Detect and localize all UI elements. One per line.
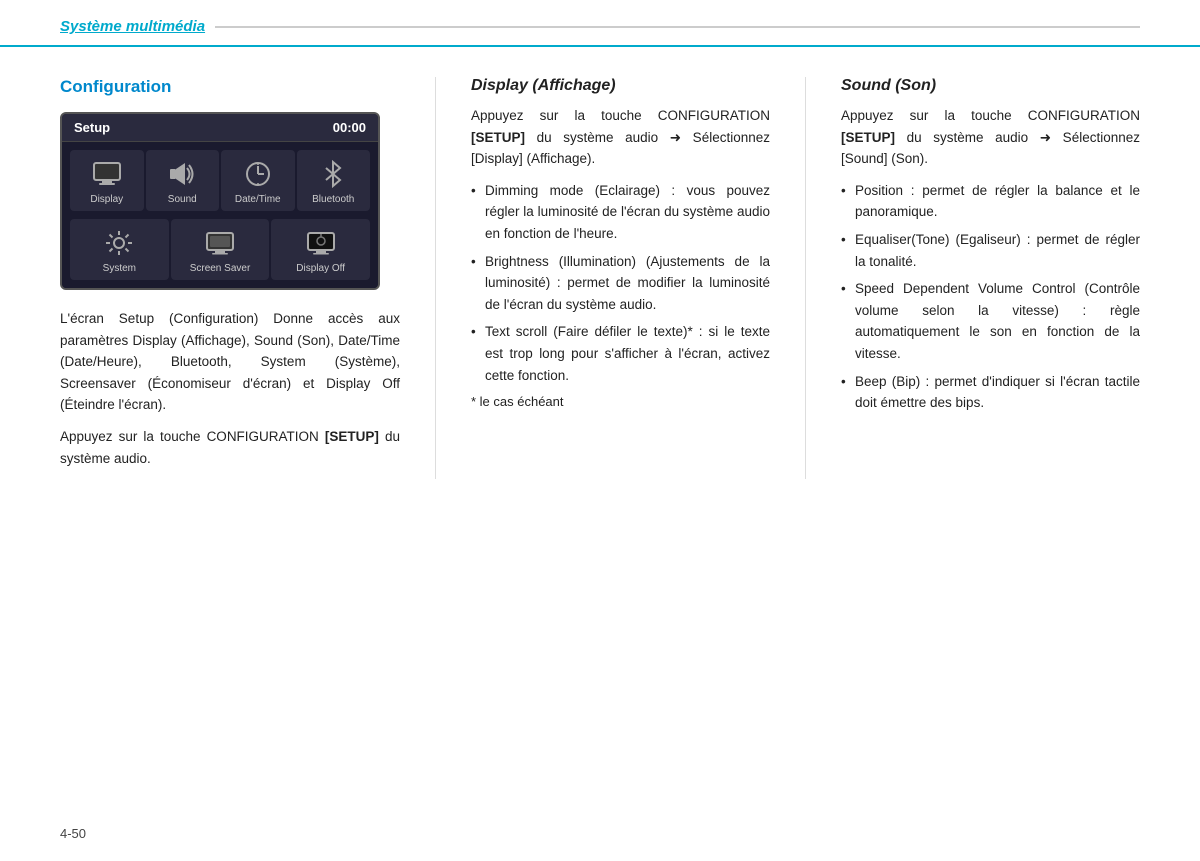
page-header: Système multimédia [0,0,1200,47]
right-column: Sound (Son) Appuyez sur la touche CONFIG… [841,77,1140,479]
sound-bullet-2: Equaliser(Tone) (Egaliseur) : permet de … [841,229,1140,272]
setup-screen: Setup 00:00 Display [60,112,380,290]
col-divider-1 [435,77,436,479]
display-bullets: Dimming mode (Eclairage) : vous pouvez r… [471,180,770,386]
sound-icon [163,158,201,190]
sound-bullets: Position : permet de régler la balance e… [841,180,1140,414]
setup-item-displayoff[interactable]: Display Off [271,219,370,280]
setup-item-screensaver[interactable]: Screen Saver [171,219,270,280]
setup-item-sound[interactable]: Sound [146,150,220,211]
setup-item-bluetooth[interactable]: Bluetooth [297,150,371,211]
main-content: Configuration Setup 00:00 [0,47,1200,499]
setup-label-system: System [103,263,136,274]
display-section-title: Display (Affichage) [471,77,770,95]
left-para2: Appuyez sur la touche CONFIGURATION [SET… [60,426,400,469]
col-divider-2 [805,77,806,479]
config-title: Configuration [60,77,400,97]
setup-item-datetime[interactable]: Date/Time [221,150,295,211]
middle-column: Display (Affichage) Appuyez sur la touch… [471,77,770,479]
setup-grid-top: Display Sound [62,142,378,219]
bluetooth-icon [314,158,352,190]
setup-grid-bottom: System Screen Saver [62,219,378,288]
setup-label-datetime: Date/Time [235,194,281,205]
display-bullet-1: Dimming mode (Eclairage) : vous pouvez r… [471,180,770,245]
setup-label-displayoff: Display Off [296,263,345,274]
sound-bullet-3: Speed Dependent Volume Control (Contrôle… [841,278,1140,364]
setup-label-display: Display [90,194,123,205]
header-title: Système multimédia [60,18,205,35]
setup-item-display[interactable]: Display [70,150,144,211]
sound-section-title: Sound (Son) [841,77,1140,95]
setup-item-system[interactable]: System [70,219,169,280]
left-column: Configuration Setup 00:00 [60,77,400,479]
page-number: 4-50 [60,826,86,841]
datetime-icon [239,158,277,190]
left-para1: L'écran Setup (Configuration) Donne accè… [60,308,400,416]
left-description: L'écran Setup (Configuration) Donne accè… [60,308,400,469]
setup-screen-time: 00:00 [333,120,366,135]
header-line [215,26,1140,28]
sound-intro: Appuyez sur la touche CONFIGURATION [SET… [841,105,1140,170]
system-icon [100,227,138,259]
setup-screen-header: Setup 00:00 [62,114,378,142]
displayoff-icon [302,227,340,259]
display-icon [88,158,126,190]
screensaver-icon [201,227,239,259]
sound-bullet-4: Beep (Bip) : permet d'indiquer si l'écra… [841,371,1140,414]
setup-label-bluetooth: Bluetooth [312,194,354,205]
sound-bullet-1: Position : permet de régler la balance e… [841,180,1140,223]
setup-label-sound: Sound [168,194,197,205]
display-intro: Appuyez sur la touche CONFIGURATION [SET… [471,105,770,170]
setup-label-screensaver: Screen Saver [190,263,251,274]
setup-screen-title: Setup [74,120,110,135]
page-container: Système multimédia Configuration Setup 0… [0,0,1200,861]
display-footnote: * le cas échéant [471,394,770,409]
display-bullet-2: Brightness (Illumination) (Ajustements d… [471,251,770,316]
display-bullet-3: Text scroll (Faire défiler le texte)* : … [471,321,770,386]
